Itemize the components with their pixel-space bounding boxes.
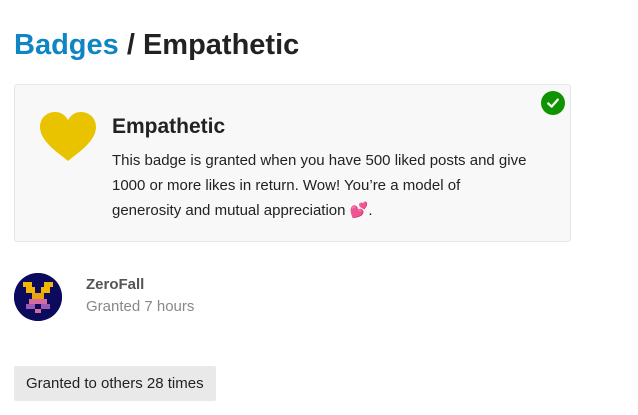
badge-name: Empathetic <box>112 115 226 138</box>
badge-description-end: . <box>368 202 373 219</box>
badge-card: Empathetic This badge is granted when yo… <box>14 84 571 242</box>
username-link[interactable]: ZeroFall <box>86 276 144 293</box>
avatar[interactable] <box>14 273 62 321</box>
granted-time: Granted 7 hours <box>86 298 195 315</box>
check-circle-icon <box>541 91 565 115</box>
breadcrumb-separator: / <box>126 29 135 61</box>
granted-to-others-button[interactable]: Granted to others 28 times <box>14 366 216 401</box>
badge-page: Badges / Empathetic Empathetic This badg… <box>0 0 638 415</box>
two-hearts-emoji: 💕 <box>349 201 369 219</box>
badge-description-text: This badge is granted when you have 500 … <box>112 152 527 219</box>
badge-description: This badge is granted when you have 500 … <box>112 149 532 224</box>
page-title: Badges / Empathetic <box>14 26 299 64</box>
heart-icon <box>40 112 96 161</box>
badges-link[interactable]: Badges <box>14 29 119 61</box>
badge-title: Empathetic <box>142 29 300 61</box>
